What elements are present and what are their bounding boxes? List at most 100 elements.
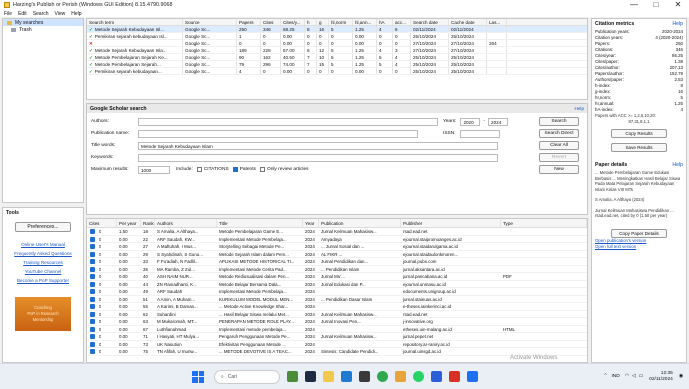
search-row[interactable]: ✓ Metode Sejarah Kebudayaan Isl... Google …	[87, 26, 587, 33]
result-checkbox[interactable]	[90, 266, 95, 272]
col-header[interactable]: Cites	[87, 219, 117, 227]
file-explorer-icon[interactable]	[323, 371, 334, 382]
publish-or-perish-icon[interactable]	[395, 371, 406, 382]
result-checkbox[interactable]	[90, 304, 95, 309]
help-link[interactable]: Help	[575, 106, 584, 111]
menu-file[interactable]: File	[4, 11, 12, 17]
volume-icon[interactable]: ◁	[632, 374, 636, 379]
search-row[interactable]: ✓ Pemikiran sejarah kebudayaan... Google S…	[87, 68, 587, 75]
col-header[interactable]: Publisher	[401, 219, 501, 227]
open-full-text-link[interactable]: Open full text version	[592, 244, 686, 250]
col-header[interactable]: Type	[501, 219, 587, 227]
result-checkbox[interactable]	[90, 229, 95, 234]
col-header[interactable]: Cites	[261, 19, 281, 25]
result-row[interactable]: 0 0.00 63 M Mukaromah, MT... PENERAPAN METOD…	[87, 318, 587, 326]
col-header[interactable]: hl,norm	[329, 19, 353, 25]
result-checkbox[interactable]	[90, 296, 95, 302]
close-button[interactable]: ✕	[667, 0, 689, 10]
promo-banner[interactable]: Coaching PoP in Research Mentorship	[15, 297, 71, 331]
result-row[interactable]: 0 0.00 35 MA Ramba, Z Zul... Implementasi Me…	[87, 266, 587, 273]
copy-results-button[interactable]: Copy Results	[611, 129, 667, 138]
language-indicator[interactable]: IND	[611, 374, 619, 379]
store-icon[interactable]	[359, 371, 370, 382]
result-row[interactable]: 0 0.00 73 UK Nasution Efektivitas Penggunaan…	[87, 341, 587, 348]
search-button[interactable]: Search	[539, 117, 579, 126]
paper-details-help-link[interactable]: Help	[672, 162, 683, 168]
minimize-button[interactable]: —	[623, 0, 645, 10]
wifi-icon[interactable]: ◠	[625, 374, 629, 379]
col-header[interactable]: Authors	[155, 219, 217, 227]
menu-view[interactable]: View	[55, 11, 66, 17]
result-checkbox[interactable]	[90, 311, 95, 317]
issn-field[interactable]	[459, 129, 500, 138]
col-header[interactable]: hA	[377, 19, 393, 25]
year-from-field[interactable]: 2020	[460, 117, 481, 126]
menu-help[interactable]: Help	[71, 11, 81, 17]
result-checkbox[interactable]	[90, 334, 95, 339]
chrome-icon[interactable]	[377, 371, 388, 382]
result-row[interactable]: 0 0.00 27 A Maftuhah, I Mus... Storytelling …	[87, 243, 587, 251]
faq-link[interactable]: Frequently Asked Questions	[3, 251, 83, 256]
task-view-icon[interactable]	[305, 371, 316, 382]
mail-icon[interactable]	[449, 371, 460, 382]
clear-all-button[interactable]: Clear All	[539, 141, 579, 150]
result-checkbox[interactable]	[90, 326, 95, 332]
search-direct-button[interactable]: Search Direct	[539, 129, 579, 138]
review-checkbox[interactable]	[259, 167, 265, 172]
col-header[interactable]: hl,ann...	[353, 19, 377, 25]
publication-field[interactable]	[138, 129, 418, 138]
word-icon[interactable]	[431, 371, 442, 382]
maximize-button[interactable]: □	[645, 0, 667, 10]
clock[interactable]: 12:35 02/11/2024	[649, 371, 673, 383]
menu-edit[interactable]: Edit	[18, 11, 27, 17]
result-row[interactable]: 0 1.50 18 S Amalia, A Althaya... Metode Pemb…	[87, 228, 587, 236]
battery-icon[interactable]: ▭	[639, 374, 644, 379]
result-row[interactable]: 0 0.00 22 ARF Saudah, KW... Implementasi Met…	[87, 236, 587, 243]
authors-field[interactable]	[138, 117, 438, 126]
col-header[interactable]: Per year	[117, 219, 141, 227]
edge-icon[interactable]	[341, 371, 352, 382]
col-header[interactable]: acc...	[393, 19, 411, 25]
youtube-link[interactable]: YouTube Channel	[3, 269, 83, 274]
result-row[interactable]: 0 0.00 71 I Hasyati, HT Mulya... Pengaruh Pe…	[87, 333, 587, 341]
settings-icon[interactable]	[467, 371, 478, 382]
col-header[interactable]: Title	[217, 219, 303, 227]
copy-paper-details-button[interactable]: Copy Paper Details	[611, 228, 667, 238]
result-checkbox[interactable]	[90, 251, 95, 257]
search-row[interactable]: ✓ Metode Pembelajaran Sejarah Ke... Google…	[87, 54, 587, 61]
result-row[interactable]: 0 0.00 40 ASH NAIM NUR... Metode Rediusualis…	[87, 273, 587, 281]
col-header[interactable]: Las...	[487, 19, 507, 25]
search-row[interactable]: ✓ Metode Sejarah Kebudayaan Isla... Google…	[87, 47, 587, 54]
col-header[interactable]: g	[317, 19, 329, 25]
result-row[interactable]: 0 0.00 33 F Fu'adiah, N Fadlil... APLIKASI M…	[87, 258, 587, 266]
result-row[interactable]: 0 0.00 49 ARF Saudah Implementasi Metode Pem…	[87, 288, 587, 296]
max-results-select[interactable]: 1000	[138, 165, 170, 174]
result-checkbox[interactable]	[90, 289, 95, 294]
result-checkbox[interactable]	[90, 349, 95, 354]
menu-search[interactable]: Search	[33, 11, 49, 17]
tree-item-trash[interactable]: Trash	[3, 26, 83, 33]
keywords-field[interactable]	[138, 153, 498, 162]
year-to-field[interactable]: 2024	[488, 117, 509, 126]
notification-icon[interactable]: ◉	[679, 374, 683, 379]
col-header[interactable]: Cache date	[449, 19, 487, 25]
result-row[interactable]: 0 0.00 51 A Amin, A Muham... KURIKULUM MODEL…	[87, 296, 587, 303]
result-checkbox[interactable]	[90, 259, 95, 264]
metrics-help-link[interactable]: Help	[672, 21, 683, 27]
tree-item-my-searches[interactable]: My searches	[3, 19, 83, 26]
taskbar-search[interactable]: ⌕ Cari	[214, 369, 280, 384]
citations-checkbox[interactable]	[196, 167, 202, 172]
manual-link[interactable]: Online User's Manual	[3, 242, 83, 247]
result-checkbox[interactable]	[90, 341, 95, 347]
supporter-link[interactable]: Become a PoP Supporter	[3, 278, 83, 283]
col-header[interactable]: Rank	[141, 219, 155, 227]
result-row[interactable]: 0 0.00 55 A Karimi, B Daman... ... Metode Ac…	[87, 303, 587, 311]
col-header[interactable]: Search date	[411, 19, 449, 25]
col-header[interactable]: Publication	[319, 219, 401, 227]
result-checkbox[interactable]	[90, 244, 95, 249]
result-row[interactable]: 0 0.00 62 Suhardini ... Hasil Belajar Siswa …	[87, 311, 587, 318]
result-row[interactable]: 0 0.00 44 ZN Ramadhanti, K... Metode Belajar…	[87, 281, 587, 288]
preferences-button[interactable]: Preferences...	[15, 222, 71, 232]
result-checkbox[interactable]	[90, 236, 95, 242]
result-checkbox[interactable]	[90, 274, 95, 279]
